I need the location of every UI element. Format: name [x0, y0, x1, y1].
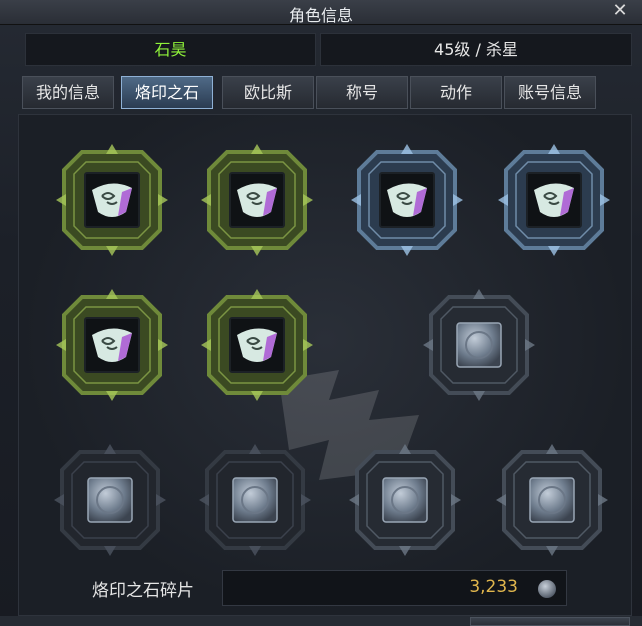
- branded-stone-slot[interactable]: [197, 285, 317, 405]
- tab-my-info[interactable]: 我的信息: [22, 76, 114, 109]
- branded-stone-slot[interactable]: [52, 285, 172, 405]
- empty-stone-slot[interactable]: [419, 285, 539, 405]
- branded-stone-slot[interactable]: [494, 140, 614, 260]
- empty-stone-slot[interactable]: [492, 440, 612, 560]
- tab-action[interactable]: 动作: [410, 76, 502, 109]
- title-bar[interactable]: 角色信息 ✕: [0, 0, 642, 25]
- tab-branded-stone[interactable]: 烙印之石: [121, 76, 213, 109]
- coin-icon: [538, 580, 556, 598]
- fragment-label: 烙印之石碎片: [92, 581, 194, 601]
- branded-stone-slot[interactable]: [197, 140, 317, 260]
- close-icon[interactable]: ✕: [610, 0, 630, 21]
- tab-account-info[interactable]: 账号信息: [504, 76, 596, 109]
- character-name: 石昊: [25, 33, 316, 66]
- fragment-bar: 3,233: [222, 570, 567, 606]
- empty-stone-slot[interactable]: [195, 440, 315, 560]
- branded-stone-slot[interactable]: [52, 140, 172, 260]
- bottom-button[interactable]: [470, 617, 630, 626]
- character-info-window: 角色信息 ✕ 石昊 45级 / 杀星 我的信息 烙印之石 欧比斯 称号 动作 账…: [0, 0, 642, 626]
- empty-stone-slot[interactable]: [345, 440, 465, 560]
- fragment-count: 3,233: [469, 577, 518, 597]
- empty-stone-slot[interactable]: [50, 440, 170, 560]
- tab-orbis[interactable]: 欧比斯: [222, 76, 314, 109]
- branded-stone-slot[interactable]: [347, 140, 467, 260]
- window-title: 角色信息: [288, 6, 353, 25]
- character-level-class: 45级 / 杀星: [320, 33, 632, 66]
- tab-title[interactable]: 称号: [316, 76, 408, 109]
